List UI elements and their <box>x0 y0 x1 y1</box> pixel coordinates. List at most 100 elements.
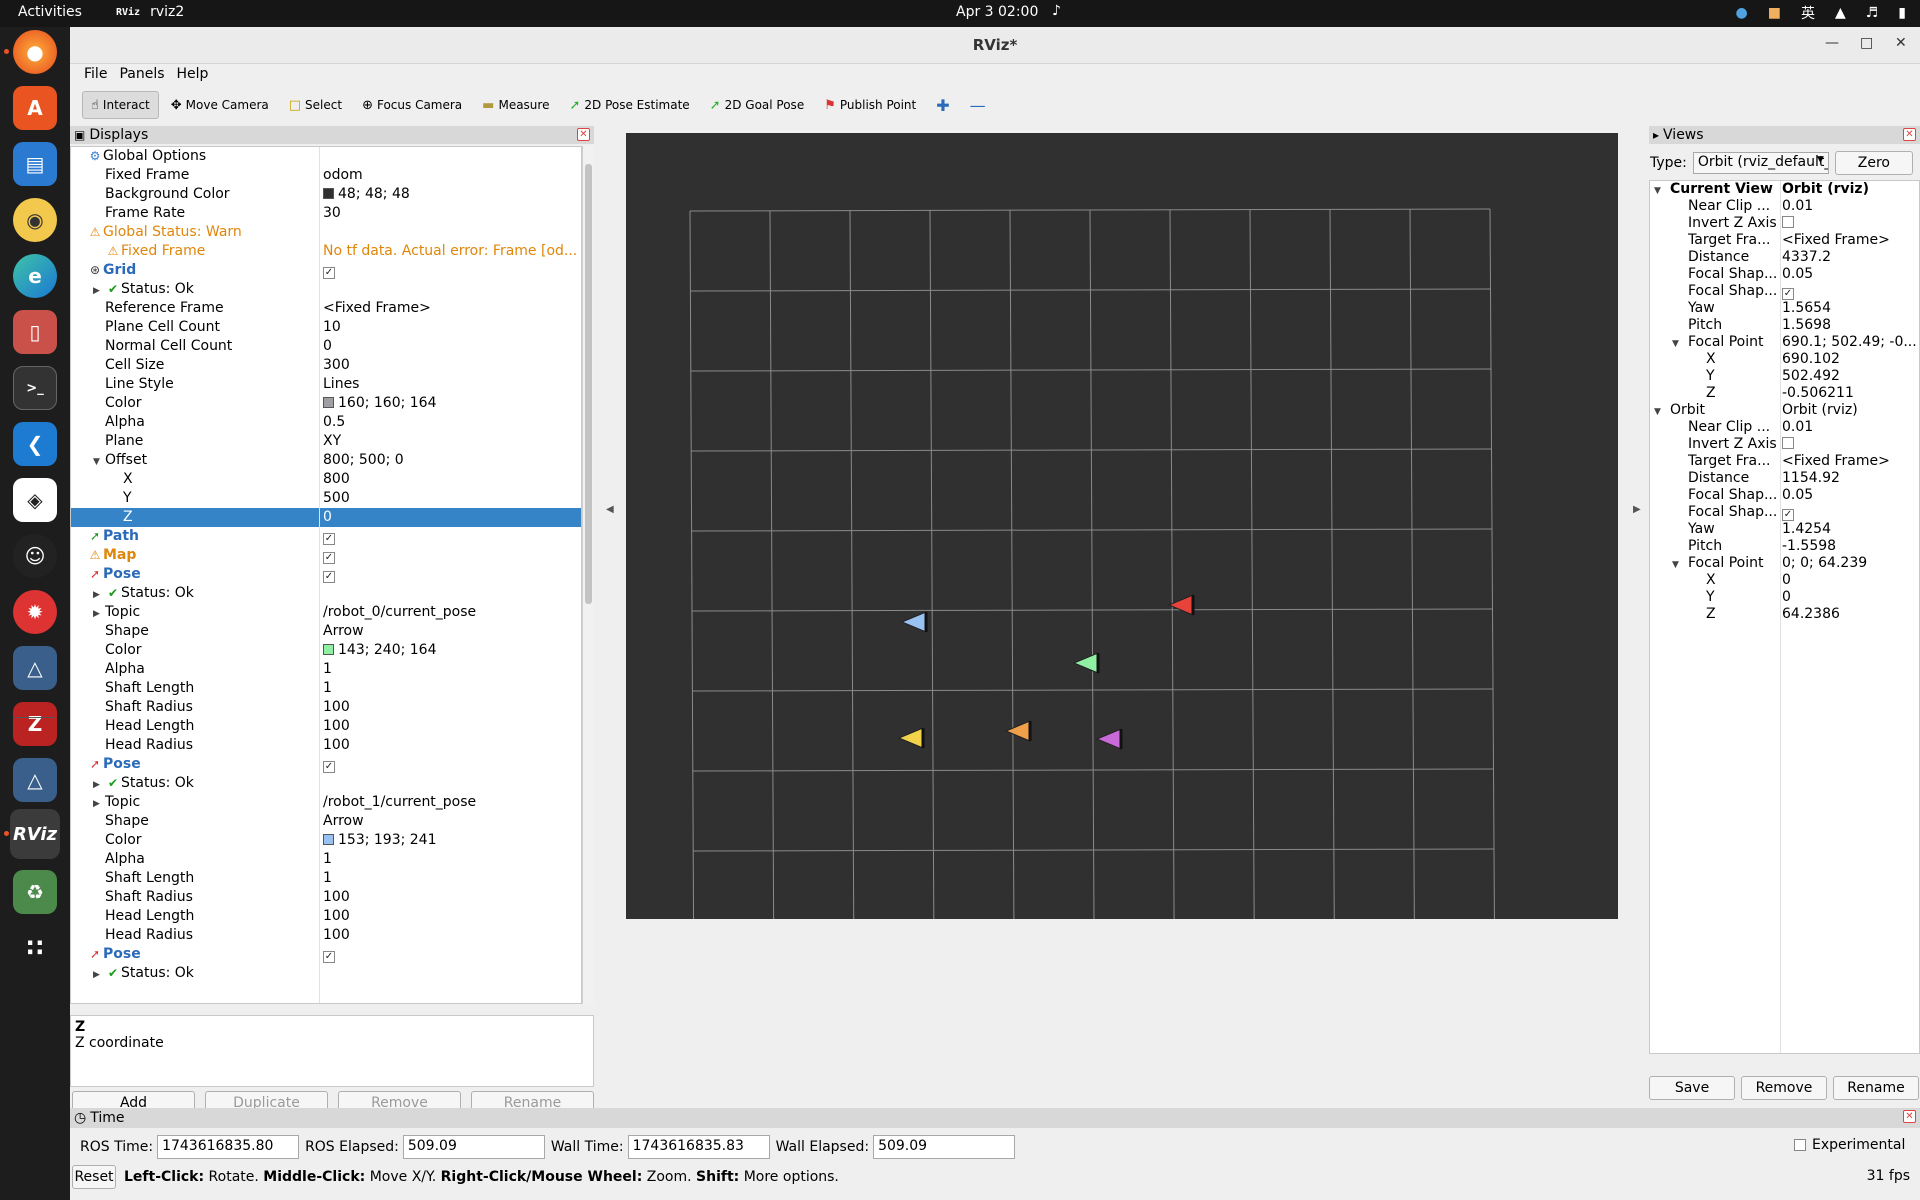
enable-checkbox[interactable]: ✓ <box>323 552 335 564</box>
app-grid-icon[interactable]: ∷ <box>10 923 60 973</box>
rename-view-button[interactable]: Rename <box>1833 1076 1919 1100</box>
trash-icon[interactable]: ♻ <box>10 867 60 917</box>
collapse-right-icon[interactable]: ▶ <box>1633 504 1641 515</box>
view-property-value[interactable]: <Fixed Frame> <box>1780 232 1919 249</box>
reset-button[interactable]: Reset <box>72 1165 116 1189</box>
display-row[interactable]: Background Color 48; 48; 48 <box>71 185 581 204</box>
display-row[interactable]: Alpha 1 <box>71 850 581 869</box>
view-property-value[interactable]: 0 <box>1780 589 1919 606</box>
view-property-row[interactable]: X0 <box>1650 572 1919 589</box>
display-row[interactable]: Shaft Length 1 <box>71 869 581 888</box>
view-property-value[interactable]: <Fixed Frame> <box>1780 453 1919 470</box>
view-property-value[interactable]: -1.5598 <box>1780 538 1919 555</box>
display-row[interactable]: Z0 <box>71 508 581 527</box>
property-value[interactable]: odom <box>319 166 581 185</box>
display-row[interactable]: Shape Arrow <box>71 622 581 641</box>
property-value[interactable]: 1 <box>319 679 581 698</box>
battery-icon[interactable]: ▮ <box>1898 5 1906 21</box>
enable-checkbox[interactable]: ✓ <box>323 761 335 773</box>
move-camera-tool[interactable]: ✥ Move Camera <box>163 91 277 119</box>
property-value[interactable]: 300 <box>319 356 581 375</box>
edge-tray-icon[interactable]: ● <box>1735 5 1747 21</box>
view-property-value[interactable]: 4337.2 <box>1780 249 1919 266</box>
view-property-row[interactable]: Y 502.492 <box>1650 368 1919 385</box>
property-value[interactable]: 800; 500; 0 <box>319 451 581 470</box>
property-value[interactable]: 0 <box>319 508 581 527</box>
view-property-row[interactable]: Y0 <box>1650 589 1919 606</box>
unity-icon[interactable]: ◈ <box>10 475 60 525</box>
property-value[interactable]: 1 <box>319 850 581 869</box>
view-property-row[interactable]: ▼ Focal Point 0; 0; 64.239 <box>1650 555 1919 572</box>
property-value[interactable]: 143; 240; 164 <box>319 641 581 660</box>
view-property-row[interactable]: Invert Z Axis <box>1650 215 1919 232</box>
property-value[interactable]: Arrow <box>319 812 581 831</box>
wall-elapsed-field[interactable]: 509.09 <box>873 1135 1016 1159</box>
close-panel-icon[interactable]: ✕ <box>577 128 590 141</box>
display-row[interactable]: ⚠ Fixed Frame No tf data. Actual error: Fr… <box>71 242 581 261</box>
menu-panels[interactable]: Panels <box>113 64 170 88</box>
focus-camera-tool[interactable]: ⊕ Focus Camera <box>354 91 470 119</box>
view-property-row[interactable]: Target Fra... <Fixed Frame> <box>1650 453 1919 470</box>
display-row[interactable]: Head Radius 100 <box>71 926 581 945</box>
maximize-icon[interactable]: □ <box>1860 35 1873 51</box>
enable-checkbox[interactable]: ✓ <box>323 267 335 279</box>
display-row[interactable]: Normal Cell Count 0 <box>71 337 581 356</box>
property-checkbox[interactable] <box>1782 216 1794 228</box>
system-tray[interactable]: ● ■ 英 ▲ ♬ ▮ <box>1735 3 1906 23</box>
display-row[interactable]: ➚ Path ✓ <box>71 527 581 546</box>
display-row[interactable]: ➚ Pose ✓ <box>71 565 581 584</box>
cat-icon[interactable]: △ <box>10 643 60 693</box>
display-row[interactable]: ▶ Topic/robot_0/current_pose <box>71 603 581 622</box>
view-property-value[interactable]: 0; 0; 64.239 <box>1780 555 1919 572</box>
view-property-row[interactable]: Pitch 1.5698 <box>1650 317 1919 334</box>
property-value[interactable]: ✓ <box>319 565 581 584</box>
display-row[interactable]: Color 160; 160; 164 <box>71 394 581 413</box>
close-panel-icon[interactable]: ✕ <box>1903 1110 1916 1123</box>
view-property-row[interactable]: Yaw 1.4254 <box>1650 521 1919 538</box>
views-tree[interactable]: ▼ Current View Orbit (rviz) Near Clip ... 0.… <box>1649 180 1920 1054</box>
property-value[interactable]: 100 <box>319 736 581 755</box>
view-property-row[interactable]: Yaw 1.5654 <box>1650 300 1919 317</box>
pose-estimate-tool[interactable]: ➚ 2D Pose Estimate <box>561 91 697 119</box>
view-property-value[interactable]: 1154.92 <box>1780 470 1919 487</box>
view-property-row[interactable]: Pitch -1.5598 <box>1650 538 1919 555</box>
view-property-row[interactable]: Focal Shap... ✓ <box>1650 283 1919 300</box>
property-value[interactable]: 100 <box>319 698 581 717</box>
display-row[interactable]: ▶ ✔ Status: Ok <box>71 774 581 793</box>
add-tool-button[interactable]: ✚ <box>928 91 957 119</box>
zotero-icon[interactable]: Z <box>10 699 60 749</box>
display-row[interactable]: ➚ Pose ✓ <box>71 755 581 774</box>
rhythmbox-icon[interactable]: ◉ <box>10 195 60 245</box>
cat-tray-icon[interactable]: ■ <box>1768 5 1781 21</box>
firefox-icon[interactable]: ● <box>10 27 60 77</box>
property-value[interactable]: 0 <box>319 337 581 356</box>
displays-tree[interactable]: ⚙ Global Options Fixed Frame odom Background… <box>70 146 582 1004</box>
qq-icon[interactable]: ☺ <box>10 531 60 581</box>
view-property-value[interactable]: ✓ <box>1780 283 1919 300</box>
collapse-left-icon[interactable]: ◀ <box>606 504 614 515</box>
display-row[interactable]: Reference Frame <Fixed Frame> <box>71 299 581 318</box>
view-property-value[interactable]: 690.1; 502.49; -0... <box>1780 334 1919 351</box>
display-row[interactable]: Shape Arrow <box>71 812 581 831</box>
property-checkbox[interactable]: ✓ <box>1782 509 1794 521</box>
property-value[interactable]: ✓ <box>319 261 581 280</box>
display-row[interactable]: Head Length 100 <box>71 907 581 926</box>
app-center-icon[interactable]: A <box>10 83 60 133</box>
view-property-value[interactable]: 0.05 <box>1780 266 1919 283</box>
view-property-value[interactable]: 1.5698 <box>1780 317 1919 334</box>
ros-elapsed-field[interactable]: 509.09 <box>402 1135 545 1159</box>
measure-tool[interactable]: ▬ Measure <box>474 91 557 119</box>
display-row[interactable]: ▼ Offset 800; 500; 0 <box>71 451 581 470</box>
property-value[interactable]: /robot_0/current_pose <box>319 603 581 622</box>
property-value[interactable]: 100 <box>319 717 581 736</box>
property-value[interactable]: /robot_1/current_pose <box>319 793 581 812</box>
menu-file[interactable]: File <box>78 64 113 88</box>
ladybug-icon[interactable]: ✹ <box>10 587 60 637</box>
view-property-row[interactable]: Near Clip ... 0.01 <box>1650 419 1919 436</box>
display-row[interactable]: Color 153; 193; 241 <box>71 831 581 850</box>
property-value[interactable]: 0.5 <box>319 413 581 432</box>
property-value[interactable]: ✓ <box>319 546 581 565</box>
view-property-row[interactable]: Focal Shap... ✓ <box>1650 504 1919 521</box>
display-row[interactable]: Y 500 <box>71 489 581 508</box>
rviz-icon[interactable]: RViz <box>10 809 60 859</box>
